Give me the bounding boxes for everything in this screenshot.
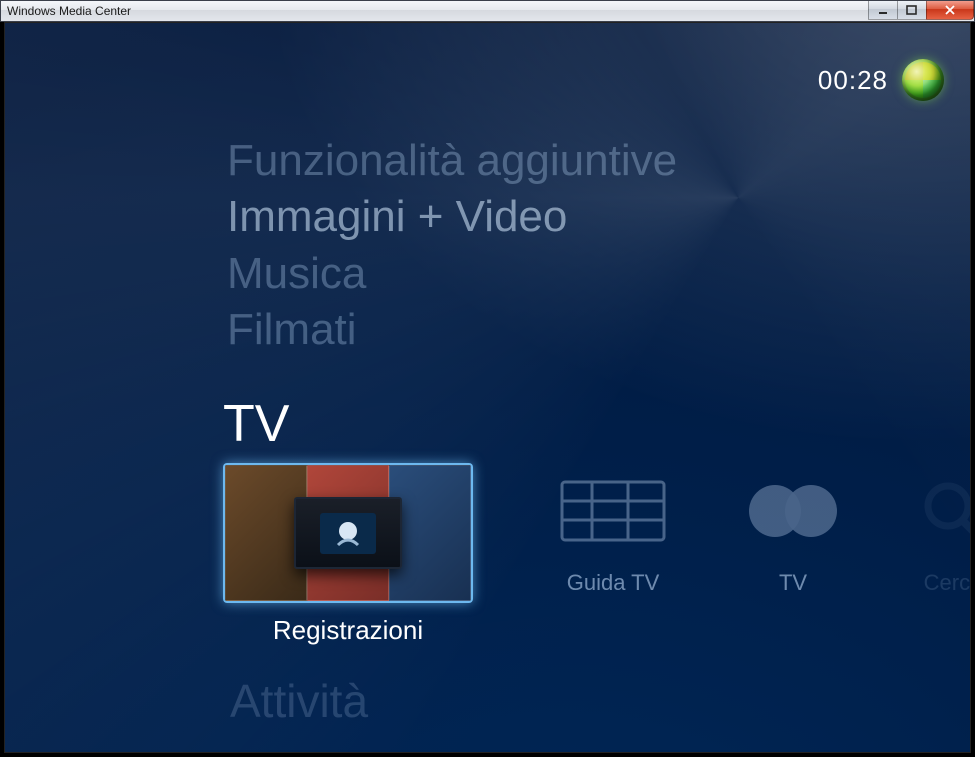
clock: 00:28 [818,65,888,96]
tile-label: TV [779,570,807,596]
top-bar: 00:28 [818,59,944,101]
window-buttons [869,1,974,20]
category-music[interactable]: Musica [227,246,677,302]
tile-tv-guide[interactable]: Guida TV [553,463,673,596]
maximize-button[interactable] [897,1,927,20]
window-title: Windows Media Center [1,4,131,18]
close-button[interactable] [926,1,974,20]
media-center-stage: 00:28 Funzionalità aggiuntive Immagini +… [4,22,971,753]
category-tv[interactable]: TV [223,394,677,454]
tile-recordings[interactable]: Registrazioni [223,463,473,646]
tile-search[interactable]: Cerca [913,463,971,596]
tv-icon [733,463,853,558]
tile-live-tv[interactable]: TV [733,463,853,596]
category-list: Funzionalità aggiuntive Immagini + Video… [227,133,677,454]
category-pictures-video[interactable]: Immagini + Video [227,189,677,245]
tile-label: Registrazioni [273,615,423,646]
recordings-icon [223,463,473,603]
tile-label: Cerca [924,570,971,596]
guide-icon [553,463,673,558]
search-icon [913,463,971,558]
minimize-button[interactable] [868,1,898,20]
tile-strip: Registrazioni Guida TV [223,463,970,646]
category-movies[interactable]: Filmati [227,302,677,358]
start-orb-icon[interactable] [902,59,944,101]
tile-label: Guida TV [567,570,660,596]
category-tasks[interactable]: Attività [230,674,368,728]
window-titlebar: Windows Media Center [0,0,975,22]
category-extras[interactable]: Funzionalità aggiuntive [227,133,677,189]
